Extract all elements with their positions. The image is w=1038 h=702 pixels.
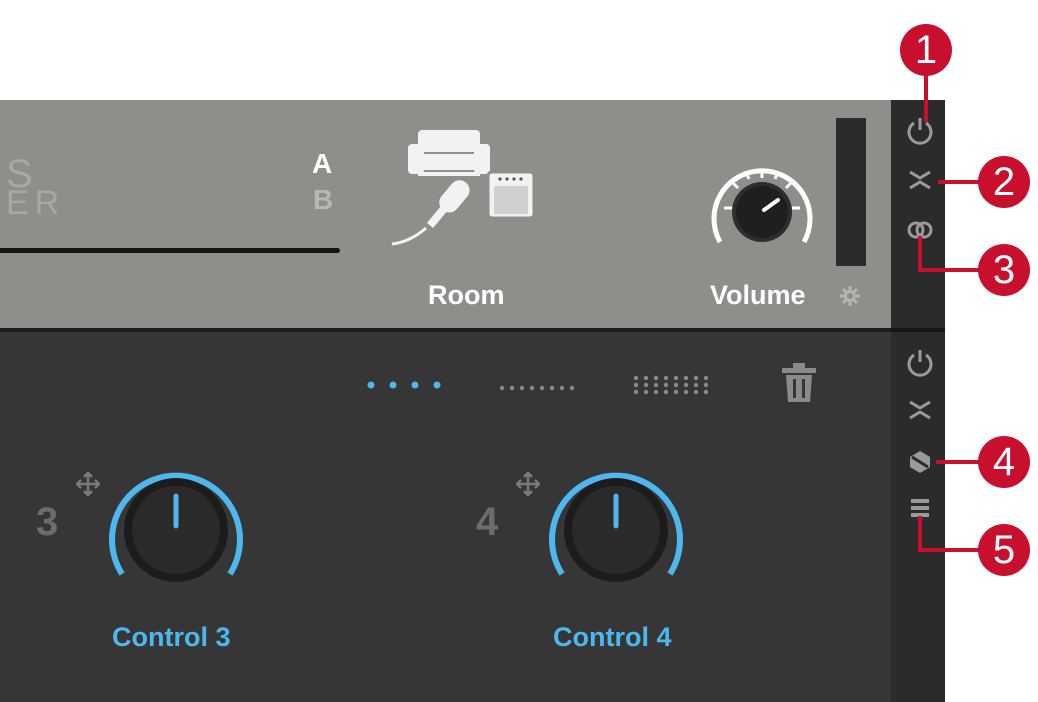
callout-2: 2 <box>978 156 1030 208</box>
trash-icon[interactable] <box>780 362 818 404</box>
control-3-number: 3 <box>36 500 59 544</box>
callout-3: 3 <box>978 244 1030 296</box>
callout-2-line <box>938 180 982 184</box>
callout-1: 1 <box>900 24 952 76</box>
move-handle-icon[interactable] <box>75 471 101 497</box>
callout-5-line-h <box>918 548 980 552</box>
preset-name-underline <box>0 248 340 253</box>
move-handle-icon[interactable] <box>515 471 541 497</box>
preset-b-button[interactable]: B <box>313 186 333 214</box>
power-icon[interactable] <box>904 346 936 378</box>
callout-3-line-h <box>918 268 980 272</box>
settings-gear-icon[interactable] <box>838 284 862 308</box>
preset-a-button[interactable]: A <box>312 150 332 178</box>
room-label: Room <box>428 280 505 310</box>
callout-1-line <box>924 74 928 122</box>
page-selector-8-icon[interactable] <box>498 380 580 391</box>
device-logo-line2: ER <box>6 184 66 222</box>
volume-label: Volume <box>710 280 806 310</box>
room-icon[interactable] <box>388 124 538 254</box>
power-icon[interactable] <box>904 114 936 146</box>
volume-knob[interactable] <box>702 152 822 262</box>
control-4-knob[interactable] <box>540 456 692 596</box>
control-4-label: Control 4 <box>553 622 672 652</box>
callout-5: 5 <box>978 524 1030 576</box>
control-3-label: Control 3 <box>112 622 231 652</box>
collapse-icon[interactable] <box>906 396 934 424</box>
sidebar-divider <box>891 328 945 332</box>
callout-4: 4 <box>978 436 1030 488</box>
page-selector-4-icon[interactable] <box>364 378 448 392</box>
callout-5-line-v <box>918 516 922 550</box>
hexagon-icon[interactable] <box>906 448 934 476</box>
callout-4-line <box>936 460 980 464</box>
level-meter <box>836 118 866 266</box>
control-4-number: 4 <box>476 500 499 544</box>
collapse-icon[interactable] <box>906 166 934 194</box>
page-selector-16-icon[interactable] <box>632 374 714 396</box>
control-3-knob[interactable] <box>100 456 252 596</box>
callout-3-line-v <box>918 236 922 270</box>
